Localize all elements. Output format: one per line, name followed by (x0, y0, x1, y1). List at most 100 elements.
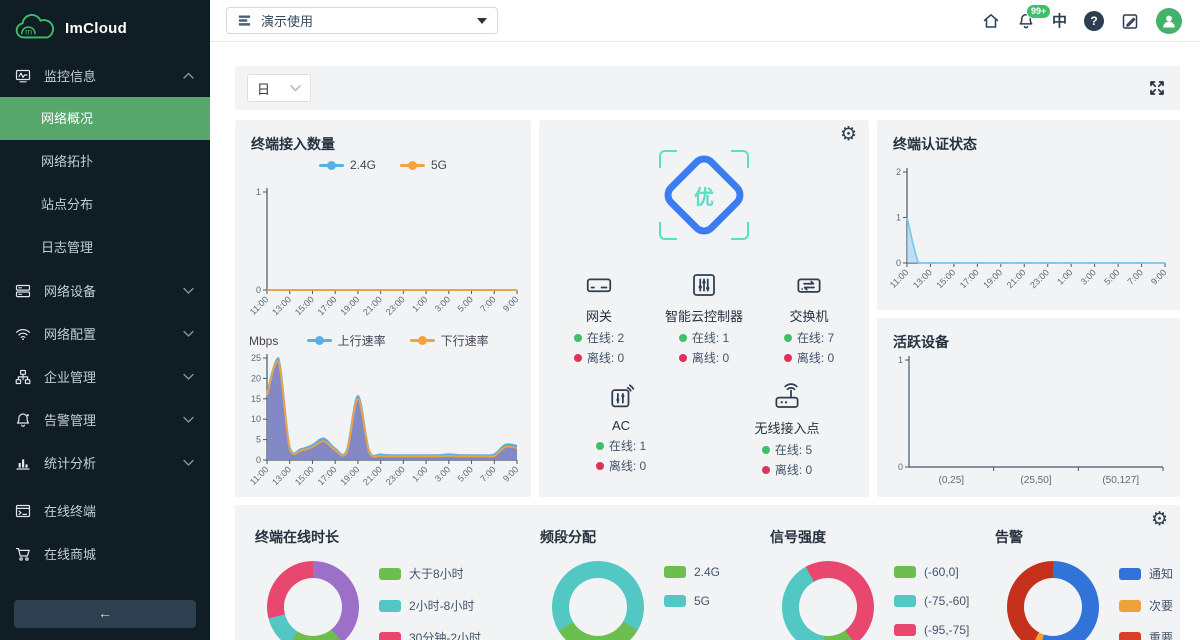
svg-text:21:00: 21:00 (361, 464, 384, 487)
ac-icon (573, 382, 669, 412)
legend-item[interactable]: 5G (664, 594, 720, 608)
legend-pill-icon (1119, 568, 1141, 580)
offline-dot-icon (596, 462, 604, 470)
svg-text:11:00: 11:00 (248, 294, 271, 317)
svg-text:m: m (25, 27, 32, 37)
legend-marker-icon (307, 339, 332, 342)
legend-label: 2.4G (694, 565, 720, 579)
home-button[interactable] (982, 12, 1000, 30)
home-icon (982, 12, 1000, 30)
rate-legend-row: Mbps 上行速率 下行速率 (235, 332, 531, 349)
tenant-selector[interactable]: 演示使用 (226, 7, 498, 34)
sidebar-item[interactable]: 告警管理 (0, 398, 210, 441)
sidebar-item-label: 企业管理 (44, 367, 183, 386)
legend-item[interactable]: 2.4G (664, 565, 720, 579)
feedback-button[interactable] (1121, 12, 1139, 30)
legend-item[interactable]: (-95,-75] (894, 623, 969, 637)
cloud-logo-icon: m (12, 13, 56, 43)
legend-item[interactable]: 2小时-8小时 (379, 597, 481, 614)
legend-item[interactable]: 2.4G (319, 158, 376, 172)
controller-icon (689, 270, 719, 300)
svg-text:1:00: 1:00 (410, 294, 429, 313)
svg-text:19:00: 19:00 (981, 267, 1004, 290)
device-offline-count: 离线: 0 (761, 348, 857, 368)
sidebar-item[interactable]: 在线终端 (0, 489, 210, 532)
device-status-card: 无线接入点在线: 5离线: 0 (739, 382, 835, 480)
svg-text:5: 5 (256, 435, 261, 445)
legend-item[interactable]: (-75,-60] (894, 594, 969, 608)
sidebar-subitem[interactable]: 网络拓扑 (0, 140, 210, 183)
device-status-card: 网关在线: 2离线: 0 (551, 270, 647, 368)
period-select[interactable]: 日 (247, 74, 311, 102)
sidebar-subitem[interactable]: 网络概况 (0, 97, 210, 140)
period-select-value: 日 (257, 79, 270, 98)
help-button[interactable]: ? (1084, 11, 1104, 31)
legend-item[interactable]: 大于8小时 (379, 565, 481, 582)
legend-item[interactable]: 通知 (1119, 565, 1173, 582)
legend-item[interactable]: 30分钟-2小时 (379, 629, 481, 640)
legend-item[interactable]: 5G (400, 158, 447, 172)
svg-text:7:00: 7:00 (478, 464, 497, 483)
svg-text:17:00: 17:00 (316, 294, 339, 317)
donut-body: 大于8小时 2小时-8小时 30分钟-2小时 (235, 561, 520, 640)
language-toggle[interactable]: 中 (1052, 10, 1067, 31)
sidebar-item[interactable]: 网络配置 (0, 312, 210, 355)
bar-chart-icon (15, 455, 31, 471)
unit-label: Mbps (249, 334, 278, 348)
legend-label: 2.4G (350, 158, 376, 172)
device-name: 智能云控制器 (656, 306, 752, 325)
legend-item[interactable]: 上行速率 (307, 332, 386, 349)
svg-text:13:00: 13:00 (270, 294, 293, 317)
donut-title: 频段分配 (520, 505, 750, 547)
legend-item[interactable]: 重要 (1119, 629, 1173, 640)
sidebar-subitem[interactable]: 日志管理 (0, 226, 210, 269)
edit-icon (1121, 12, 1139, 30)
switch-icon (794, 270, 824, 300)
traffic-rate-chart: 051015202511:0013:0015:0017:0019:0021:00… (241, 352, 525, 502)
legend-item[interactable]: 下行速率 (410, 332, 489, 349)
sidebar-item[interactable]: 统计分析 (0, 441, 210, 484)
svg-text:19:00: 19:00 (338, 464, 361, 487)
sidebar-item[interactable]: 企业管理 (0, 355, 210, 398)
cart-icon (15, 546, 31, 562)
notifications-button[interactable]: 99+ (1017, 12, 1035, 30)
legend-label: 下行速率 (441, 332, 489, 349)
sidebar-item[interactable]: 在线商城 (0, 532, 210, 575)
svg-text:9:00: 9:00 (1149, 267, 1168, 286)
online-dot-icon (679, 334, 687, 342)
sidebar-item-label: 统计分析 (44, 453, 183, 472)
bar-chart-icon (15, 455, 31, 471)
settings-gear-icon[interactable]: ⚙ (840, 125, 857, 144)
legend-pill-icon (894, 624, 916, 636)
app-logo[interactable]: m ImCloud (0, 0, 210, 54)
legend-label: 大于8小时 (409, 565, 464, 582)
legend-item[interactable]: (-60,0] (894, 565, 969, 579)
svg-text:13:00: 13:00 (911, 267, 934, 290)
sidebar-item[interactable]: 网络设备 (0, 269, 210, 312)
svg-text:5:00: 5:00 (1102, 267, 1121, 286)
svg-text:1:00: 1:00 (1055, 267, 1074, 286)
panel-title: 终端认证状态 (877, 120, 1180, 154)
switch-icon (761, 270, 857, 300)
donut-legend: 2.4G 5G (664, 561, 720, 608)
sidebar-item[interactable]: 监控信息 (0, 54, 210, 97)
legend-pill-icon (664, 595, 686, 607)
chevron-down-icon (183, 459, 194, 467)
donut-title: 终端在线时长 (235, 505, 520, 547)
user-avatar[interactable] (1156, 8, 1182, 34)
wifi-icon (15, 326, 31, 342)
legend-item[interactable]: 次要 (1119, 597, 1173, 614)
donut-body: 2.4G 5G (520, 561, 750, 640)
sidebar-item-label: 在线终端 (44, 501, 194, 520)
gateway-icon (584, 270, 614, 300)
chevron-down-icon (290, 85, 301, 92)
sidebar-nav: 监控信息网络概况网络拓扑站点分布日志管理网络设备网络配置企业管理告警管理统计分析… (0, 54, 210, 575)
svg-text:23:00: 23:00 (384, 464, 407, 487)
fullscreen-button[interactable] (1148, 79, 1166, 97)
question-mark-icon: ? (1084, 11, 1104, 31)
svg-text:15:00: 15:00 (293, 294, 316, 317)
donut-title: 告警 (975, 505, 1180, 547)
donut-section: 频段分配 2.4G 5G (520, 505, 750, 640)
sidebar-subitem[interactable]: 站点分布 (0, 183, 210, 226)
sidebar-collapse-button[interactable]: ← (14, 600, 196, 628)
